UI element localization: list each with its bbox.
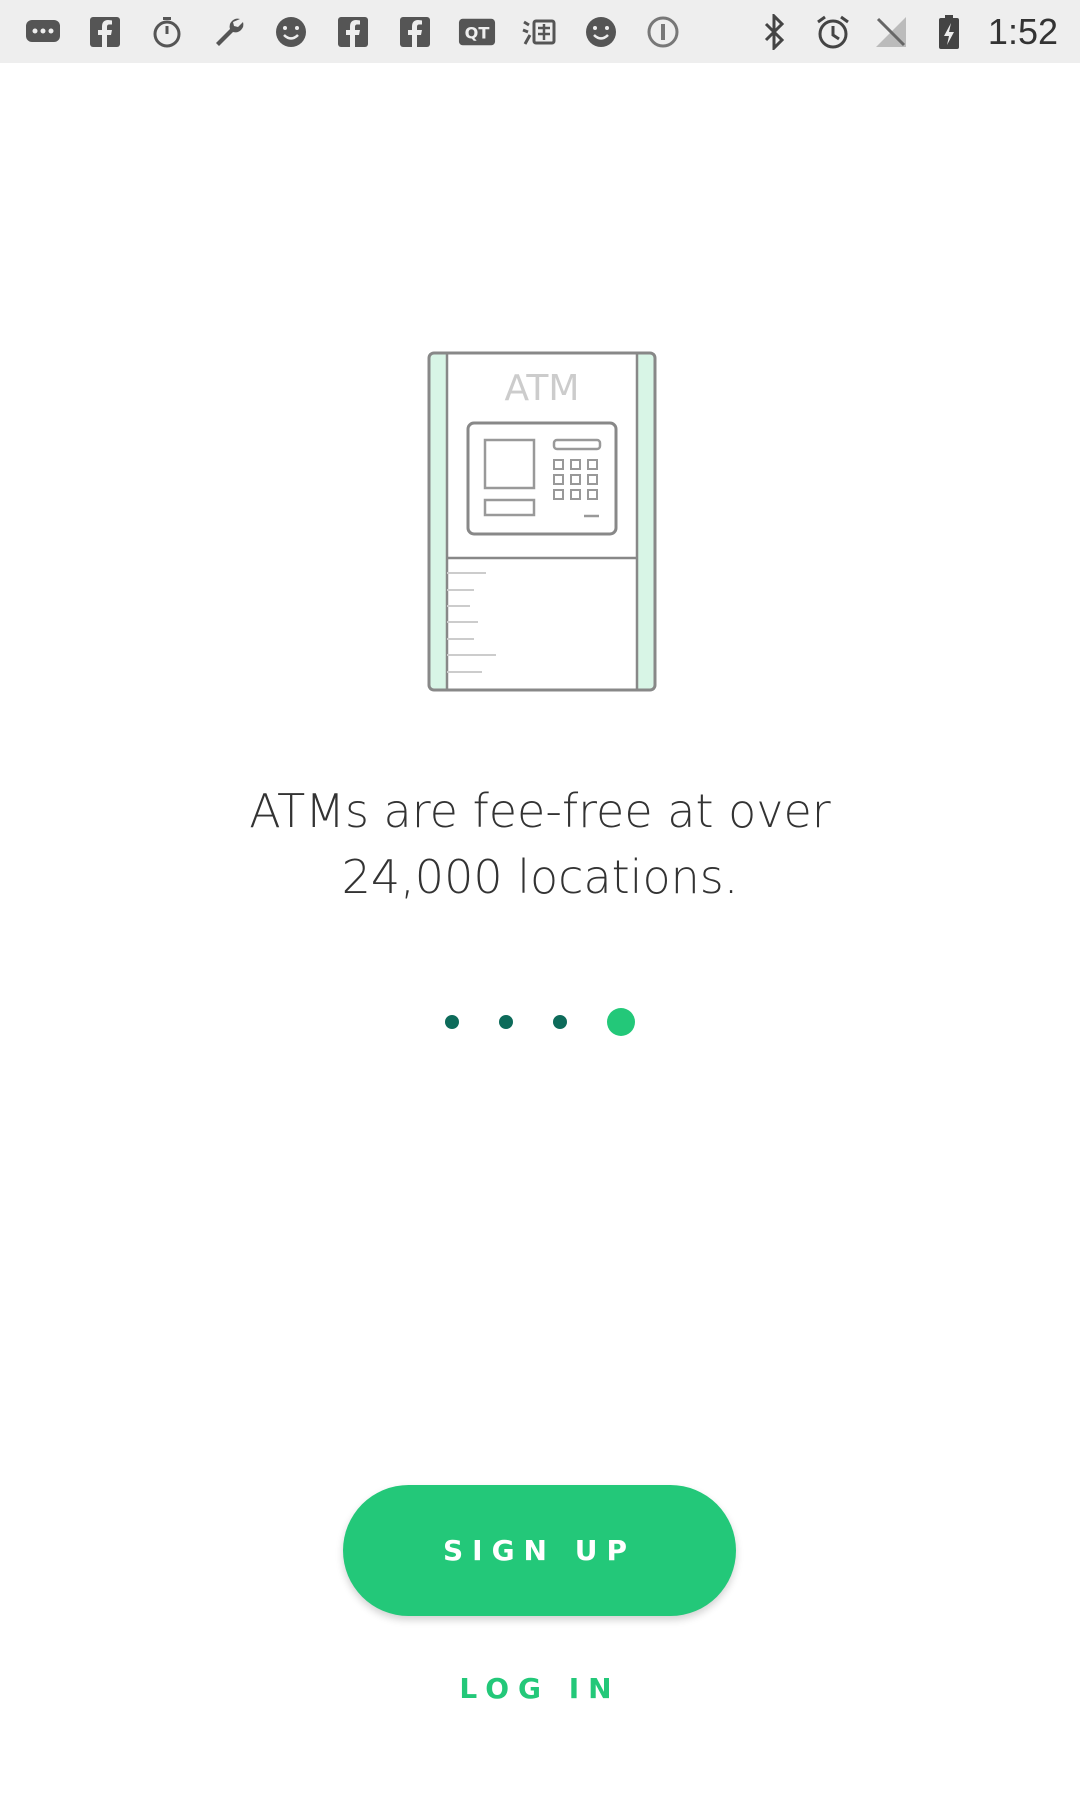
headline-line-1: ATMs are fee-free at over [249, 784, 831, 838]
onboarding-headline: ATMs are fee-free at over 24,000 locatio… [180, 778, 900, 910]
atm-label: ATM [505, 368, 580, 409]
facebook-icon [86, 13, 124, 51]
battery-charging-icon [930, 13, 968, 51]
status-bar: QT 1:52 [0, 0, 1080, 63]
smiley-icon [272, 13, 310, 51]
taobao-icon [520, 13, 558, 51]
sign-up-label: SIGN UP [442, 1534, 636, 1567]
headline-line-2: 24,000 locations. [341, 850, 739, 904]
page-indicator [0, 1008, 1080, 1036]
system-icons: 1:52 [756, 0, 1058, 63]
notification-icons: QT [0, 13, 682, 51]
wrench-icon [210, 13, 248, 51]
page-dot[interactable] [499, 1015, 513, 1029]
stopwatch-icon [148, 13, 186, 51]
clock: 1:52 [987, 10, 1058, 52]
messages-icon [24, 13, 62, 51]
atm-illustration: ATM [427, 351, 657, 692]
onboarding-screen: QT 1:52 ATM ATMs are fee-free at over 24… [0, 0, 1080, 1794]
page-dot[interactable] [553, 1015, 567, 1029]
facebook-icon [334, 13, 372, 51]
facebook-icon [396, 13, 434, 51]
log-in-link[interactable]: LOG IN [0, 1672, 1080, 1705]
no-signal-icon [872, 13, 910, 51]
smiley-icon [582, 13, 620, 51]
info-icon [644, 13, 682, 51]
qt-icon: QT [458, 13, 496, 51]
page-dot[interactable] [445, 1015, 459, 1029]
sign-up-button[interactable]: SIGN UP [343, 1485, 736, 1616]
svg-text:QT: QT [465, 23, 490, 42]
alarm-icon [814, 13, 852, 51]
bluetooth-icon [756, 13, 794, 51]
page-dot-active[interactable] [607, 1008, 635, 1036]
